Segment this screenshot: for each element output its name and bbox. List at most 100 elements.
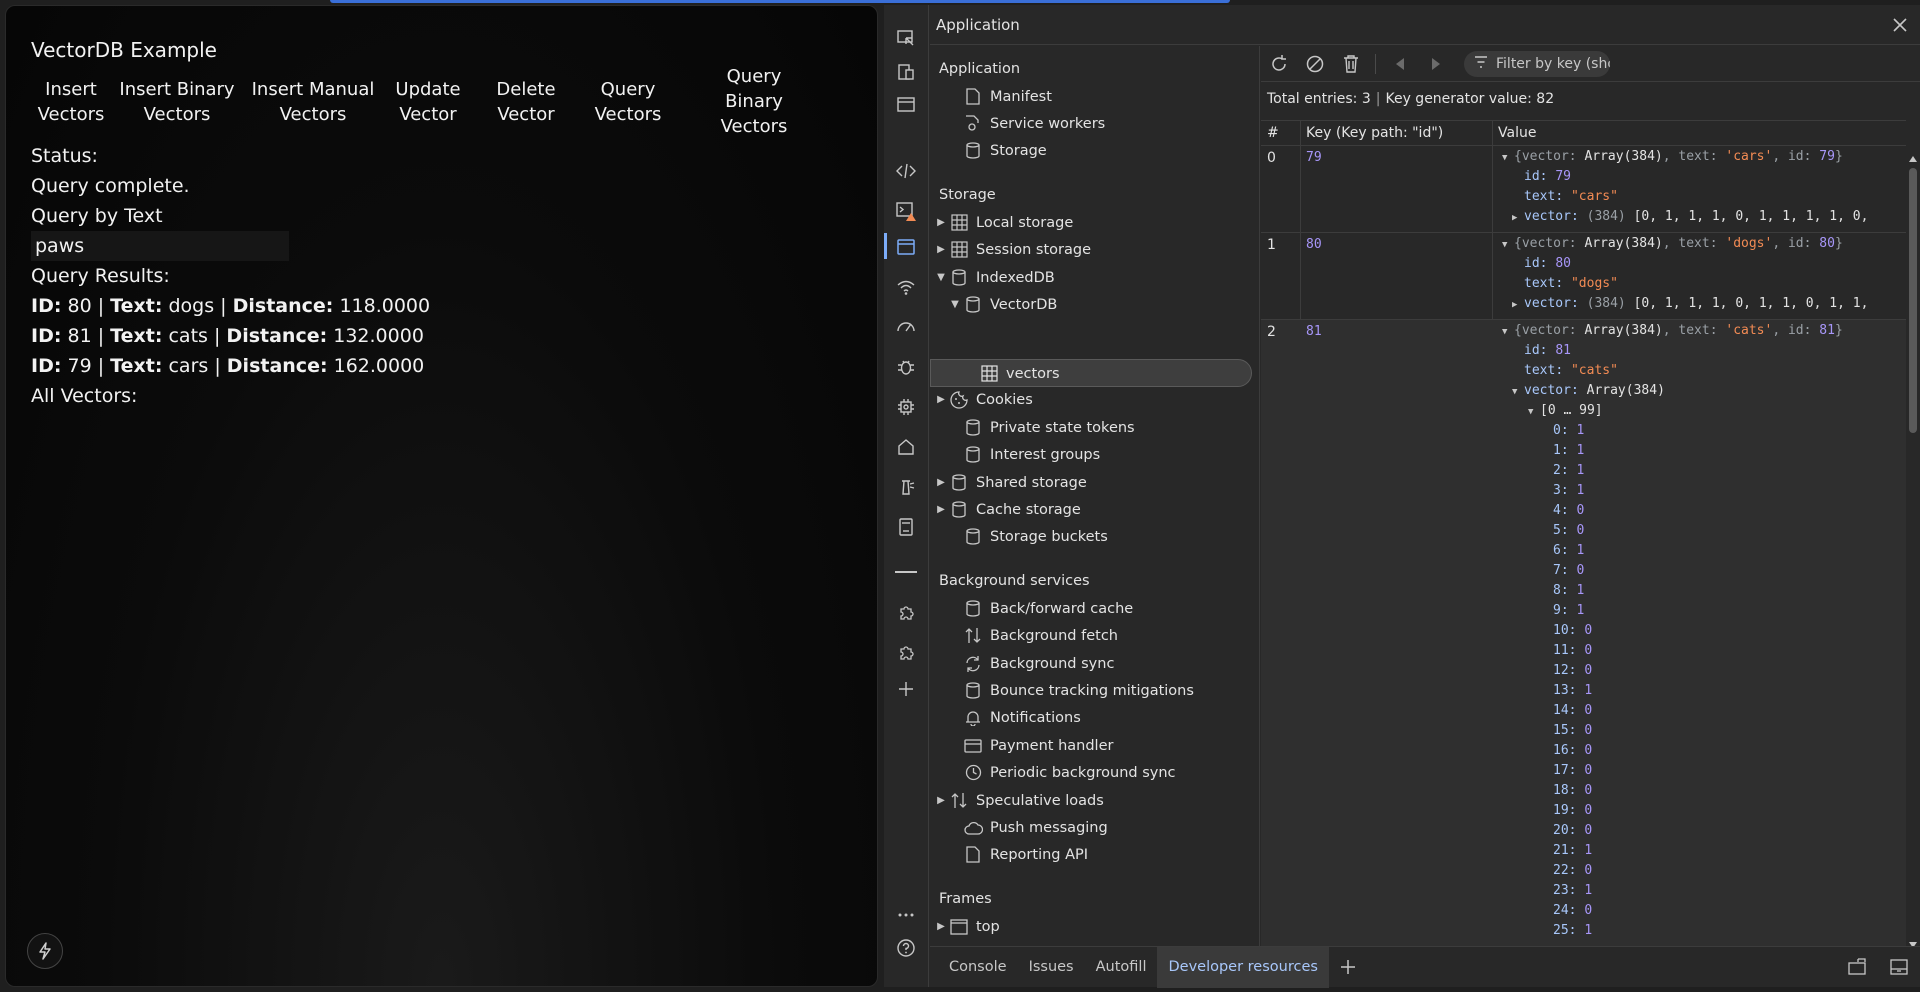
tree-item-session-storage[interactable]: ▶ Session storage [934, 236, 1091, 263]
extension-puzzle-icon[interactable] [894, 601, 918, 625]
grid-table-icon [948, 214, 970, 232]
delete-vector-button[interactable]: Delete Vector [491, 64, 561, 139]
drawer-tab-console[interactable]: Console [938, 947, 1018, 988]
query-text-input[interactable] [31, 231, 289, 261]
next-page-icon[interactable] [1418, 50, 1454, 78]
tree-item-background-fetch[interactable]: Background fetch [948, 622, 1118, 649]
database-icon [962, 528, 984, 546]
database-icon [948, 269, 970, 287]
help-icon[interactable] [894, 936, 918, 960]
data-grid: # Key (Key path: "id") Value 0 79 ▼ {vect… [1261, 120, 1920, 948]
inspect-element-icon[interactable] [894, 26, 918, 50]
scroll-up-icon[interactable] [1908, 148, 1918, 167]
grid-table-icon [948, 241, 970, 259]
performance-icon[interactable] [894, 315, 918, 339]
tree-item-cookies[interactable]: ▶ Cookies [934, 386, 1033, 413]
network-wifi-icon[interactable] [894, 275, 918, 299]
tree-item-background-sync[interactable]: Background sync [948, 650, 1114, 677]
welcome-icon[interactable] [894, 92, 918, 116]
table-row[interactable]: 2 81 ▼ {vector: Array(384), text: 'cats',… [1261, 320, 1906, 946]
tree-item-service-workers[interactable]: Service workers [948, 110, 1105, 137]
query-binary-vectors-button[interactable]: Query Binary Vectors [695, 64, 813, 139]
tree-item-notifications[interactable]: Notifications [948, 704, 1081, 731]
tree-item-shared-storage[interactable]: ▶ Shared storage [934, 469, 1087, 496]
tree-item-private-state-tokens[interactable]: Private state tokens [948, 414, 1135, 441]
devtools-icon-rail [884, 5, 929, 987]
insert-manual-vectors-button[interactable]: Insert Manual Vectors [251, 64, 375, 139]
elements-icon[interactable] [894, 159, 918, 183]
section-frames: Frames [939, 891, 992, 907]
tree-item-vectors-store[interactable]: vectors [978, 360, 1060, 387]
filter-by-key-input[interactable]: Filter by key (sho [1464, 50, 1610, 77]
more-options-icon[interactable] [894, 903, 918, 927]
query-by-text-label: Query by Text [31, 205, 163, 227]
result-row: ID: 80 | Text: dogs | Distance: 118.0000 [31, 295, 431, 317]
query-vectors-button[interactable]: Query Vectors [593, 64, 663, 139]
vector-element: 14: 0 [1553, 703, 1593, 718]
grid-header: # Key (Key path: "id") Value [1261, 120, 1906, 146]
table-row[interactable]: 0 79 ▼ {vector: Array(384), text: 'cars',… [1261, 146, 1906, 233]
vector-element: 7: 0 [1553, 563, 1585, 578]
vertical-scrollbar[interactable] [1906, 146, 1920, 948]
close-drawer-icon[interactable] [1878, 947, 1920, 988]
up-down-arrows-icon [962, 627, 984, 645]
tree-item-back-forward-cache[interactable]: Back/forward cache [948, 595, 1133, 622]
delete-trash-icon[interactable] [1333, 50, 1369, 78]
tree-item-bounce-tracking[interactable]: Bounce tracking mitigations [948, 677, 1194, 704]
bug-icon[interactable] [894, 355, 918, 379]
add-tool-icon[interactable] [894, 677, 918, 701]
vector-element: 2: 1 [1553, 463, 1585, 478]
bolt-icon[interactable] [27, 933, 63, 969]
sync-icon [962, 655, 984, 673]
tree-item-payment-handler[interactable]: Payment handler [948, 732, 1113, 759]
page-title: VectorDB Example [31, 38, 217, 62]
insert-vectors-button[interactable]: Insert Vectors [31, 64, 111, 139]
tree-item-storage-buckets[interactable]: Storage buckets [948, 523, 1108, 550]
clear-icon[interactable] [1297, 50, 1333, 78]
window-icon [948, 918, 970, 936]
refresh-icon[interactable] [1261, 50, 1297, 78]
console-warning-icon[interactable] [894, 199, 918, 223]
tree-item-frame-top[interactable]: ▶ top [934, 913, 1000, 940]
tree-item-indexeddb[interactable]: ▼ IndexedDB [934, 264, 1055, 291]
tree-item-speculative-loads[interactable]: ▶ Speculative loads [934, 787, 1104, 814]
lighthouse-icon[interactable] [894, 475, 918, 499]
memory-chip-icon[interactable] [894, 395, 918, 419]
drawer-tab-autofill[interactable]: Autofill [1085, 947, 1158, 988]
tree-item-reporting-api[interactable]: Reporting API [948, 841, 1088, 868]
tree-item-local-storage[interactable]: ▶ Local storage [934, 209, 1073, 236]
dock-side-icon[interactable] [1836, 947, 1878, 988]
application-icon[interactable] [894, 235, 918, 259]
drawer-tab-issues[interactable]: Issues [1018, 947, 1085, 988]
home-icon[interactable] [894, 435, 918, 459]
vector-element: 13: 1 [1553, 683, 1593, 698]
tree-item-push-messaging[interactable]: Push messaging [948, 814, 1108, 841]
tree-item-cache-storage[interactable]: ▶ Cache storage [934, 496, 1081, 523]
recorder-icon[interactable] [894, 515, 918, 539]
vector-element: 18: 0 [1553, 783, 1593, 798]
drawer-tab-developer-resources[interactable]: Developer resources [1157, 946, 1329, 988]
insert-binary-vectors-button[interactable]: Insert Binary Vectors [117, 64, 237, 139]
update-vector-button[interactable]: Update Vector [389, 64, 467, 139]
tree-item-storage-overview[interactable]: Storage [948, 137, 1047, 164]
tree-item-vectordb[interactable]: ▼ VectorDB [948, 291, 1057, 318]
tree-item-periodic-background-sync[interactable]: Periodic background sync [948, 759, 1176, 786]
clock-icon [962, 764, 984, 782]
database-icon [962, 600, 984, 618]
tree-item-manifest[interactable]: Manifest [948, 83, 1052, 110]
database-icon [962, 682, 984, 700]
action-button-row: Insert Vectors Insert Binary Vectors Ins… [31, 64, 813, 139]
previous-page-icon[interactable] [1382, 50, 1418, 78]
entries-summary: Total entries: 3 | Key generator value: 82 [1267, 91, 1555, 107]
extension-puzzle-icon[interactable] [894, 641, 918, 665]
scroll-thumb[interactable] [1909, 168, 1917, 433]
close-icon[interactable] [1890, 15, 1910, 35]
query-results-label: Query Results: [31, 265, 170, 287]
table-row[interactable]: 1 80 ▼ {vector: Array(384), text: 'dogs',… [1261, 233, 1906, 320]
tree-item-interest-groups[interactable]: Interest groups [948, 441, 1100, 468]
add-drawer-tab-icon[interactable] [1329, 947, 1367, 988]
grid-table-icon [978, 365, 1000, 383]
vector-element: 17: 0 [1553, 763, 1593, 778]
cookie-icon [948, 390, 970, 409]
device-toolbar-icon[interactable] [894, 60, 918, 84]
